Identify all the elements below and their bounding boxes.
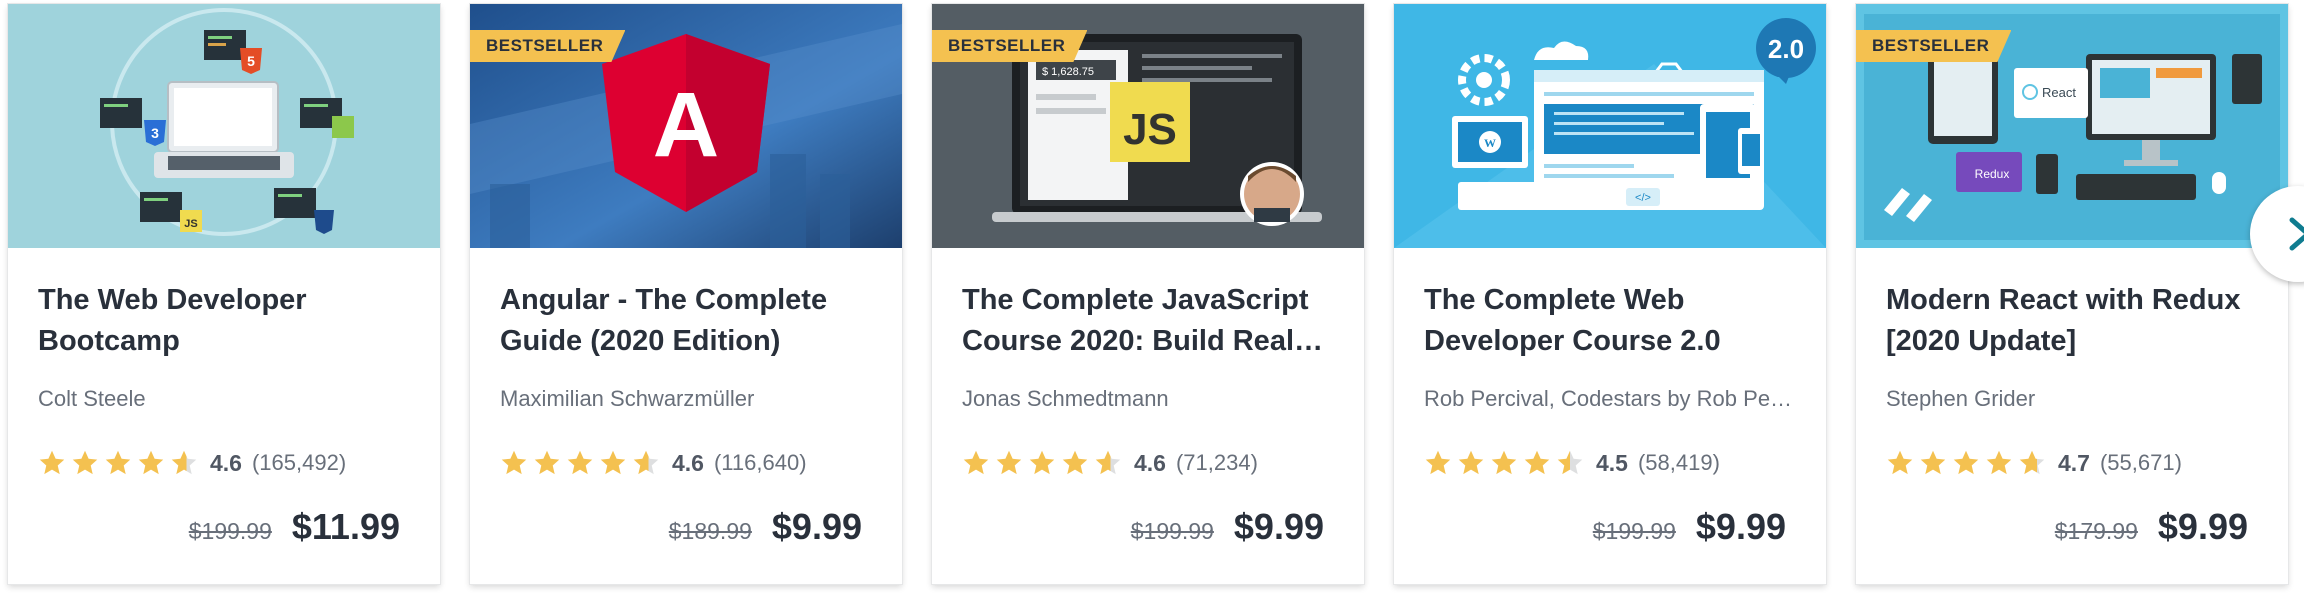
star-icon [105,450,131,475]
rating-value: 4.6 [210,449,242,476]
rating-value: 4.7 [2058,449,2090,476]
star-icon [1095,450,1121,475]
price-row: $199.99 $9.99 [1593,506,1786,548]
star-icon [39,450,65,475]
course-card[interactable]: React Redux BESTSELLER Modern React with… [1856,4,2288,584]
star-icon [1887,450,1913,475]
original-price: $189.99 [668,518,752,544]
original-price: $199.99 [1130,518,1214,544]
price-row: $199.99 $11.99 [189,506,400,548]
course-title[interactable]: The Complete Web Developer Course 2.0 [1424,280,1796,362]
star-icon [1524,450,1550,475]
star-icon [501,450,527,475]
original-price: $199.99 [188,518,272,544]
bestseller-badge: BESTSELLER [470,30,625,62]
original-price: $199.99 [1592,518,1676,544]
star-icon [72,450,98,475]
star-icon [1425,450,1451,475]
star-icon [567,450,593,475]
star-icon [138,450,164,475]
star-icon [1920,450,1946,475]
course-title[interactable]: Angular - The Complete Guide (2020 Editi… [500,280,872,362]
course-carousel: 5 3 JS The Web Developer Bootcamp Colt S… [0,0,2304,600]
original-price: $179.99 [2054,518,2138,544]
bestseller-badge: BESTSELLER [1856,30,2011,62]
html5-icon: 5 [247,53,255,69]
course-title[interactable]: Modern React with Redux [2020 Update] [1886,280,2258,362]
course-thumbnail[interactable]: $ 1,628.75 JS BESTSELLER [932,4,1364,248]
bestseller-badge: BESTSELLER [932,30,1087,62]
course-author: Maximilian Schwarzmüller [500,386,755,411]
star-rating [1424,449,1584,477]
price-row: $199.99 $9.99 [1131,506,1324,548]
version-badge: 2.0 [1768,34,1804,64]
rating-count: (58,419) [1637,450,1720,475]
sale-price: $9.99 [1695,506,1786,547]
rating-value: 4.6 [1134,449,1166,476]
sale-price: $11.99 [291,506,400,547]
rating-count: (165,492) [251,450,347,475]
star-icon [1458,450,1484,475]
rating-row: 4.6 (71,234) [962,448,1334,478]
rating-row: 4.7 (55,671) [1886,448,2258,478]
js-icon: JS [184,218,197,230]
rating-count: (55,671) [2099,450,2182,475]
star-icon [534,450,560,475]
course-author: Stephen Grider [1886,386,2036,411]
star-rating [962,449,1122,477]
star-rating [500,449,660,477]
redux-label: Redux [1975,167,2010,181]
star-rating [38,449,198,477]
course-thumbnail[interactable]: 5 3 JS [8,4,440,248]
course-card[interactable]: 5 3 JS The Web Developer Bootcamp Colt S… [8,4,440,584]
rating-row: 4.6 (165,492) [38,448,410,478]
star-icon [1491,450,1517,475]
star-icon [171,450,197,475]
sale-price: $9.99 [771,506,862,547]
course-author: Rob Percival, Codestars by Rob Pe… [1424,386,1793,411]
sale-price: $9.99 [1233,506,1324,547]
star-icon [1953,450,1979,475]
course-card[interactable]: 2.0 </> W The Complete Web Developer Cou… [1394,4,1826,584]
chevron-right-icon [2289,217,2304,251]
web-developer-illustration: 2.0 </> W [1394,4,1826,248]
star-icon [963,450,989,475]
course-thumbnail[interactable]: React Redux BESTSELLER [1856,4,2288,248]
price-row: $179.99 $9.99 [2055,506,2248,548]
course-thumbnail[interactable]: 2.0 </> W [1394,4,1826,248]
rating-count: (116,640) [713,450,807,475]
rating-value: 4.5 [1596,449,1628,476]
course-card[interactable]: A BESTSELLER Angular - The Complete Guid… [470,4,902,584]
css3-icon: 3 [151,125,159,141]
course-title[interactable]: The Complete JavaScript Course 2020: Bui… [962,280,1334,362]
star-icon [600,450,626,475]
star-icon [996,450,1022,475]
star-icon [1062,450,1088,475]
screen-value: $ 1,628.75 [1042,66,1094,78]
course-author: Colt Steele [38,386,146,411]
sale-price: $9.99 [2157,506,2248,547]
star-icon [1557,450,1583,475]
star-icon [2019,450,2045,475]
angular-logo-icon: A [653,74,719,176]
rating-row: 4.6 (116,640) [500,448,872,478]
react-label: React [2042,85,2076,100]
js-logo-icon: JS [1123,105,1177,154]
course-thumbnail[interactable]: A BESTSELLER [470,4,902,248]
price-row: $189.99 $9.99 [669,506,862,548]
rating-row: 4.5 (58,419) [1424,448,1796,478]
star-icon [1986,450,2012,475]
star-icon [633,450,659,475]
rating-count: (71,234) [1175,450,1258,475]
web-bootcamp-illustration: 5 3 JS [8,4,440,248]
code-tag-icon: </> [1635,192,1651,204]
star-icon [1029,450,1055,475]
course-card[interactable]: $ 1,628.75 JS BESTSELLER The Complete Ja… [932,4,1364,584]
course-title[interactable]: The Web Developer Bootcamp [38,280,410,362]
wordpress-icon: W [1484,136,1496,150]
rating-value: 4.6 [672,449,704,476]
course-author: Jonas Schmedtmann [962,386,1169,411]
star-rating [1886,449,2046,477]
